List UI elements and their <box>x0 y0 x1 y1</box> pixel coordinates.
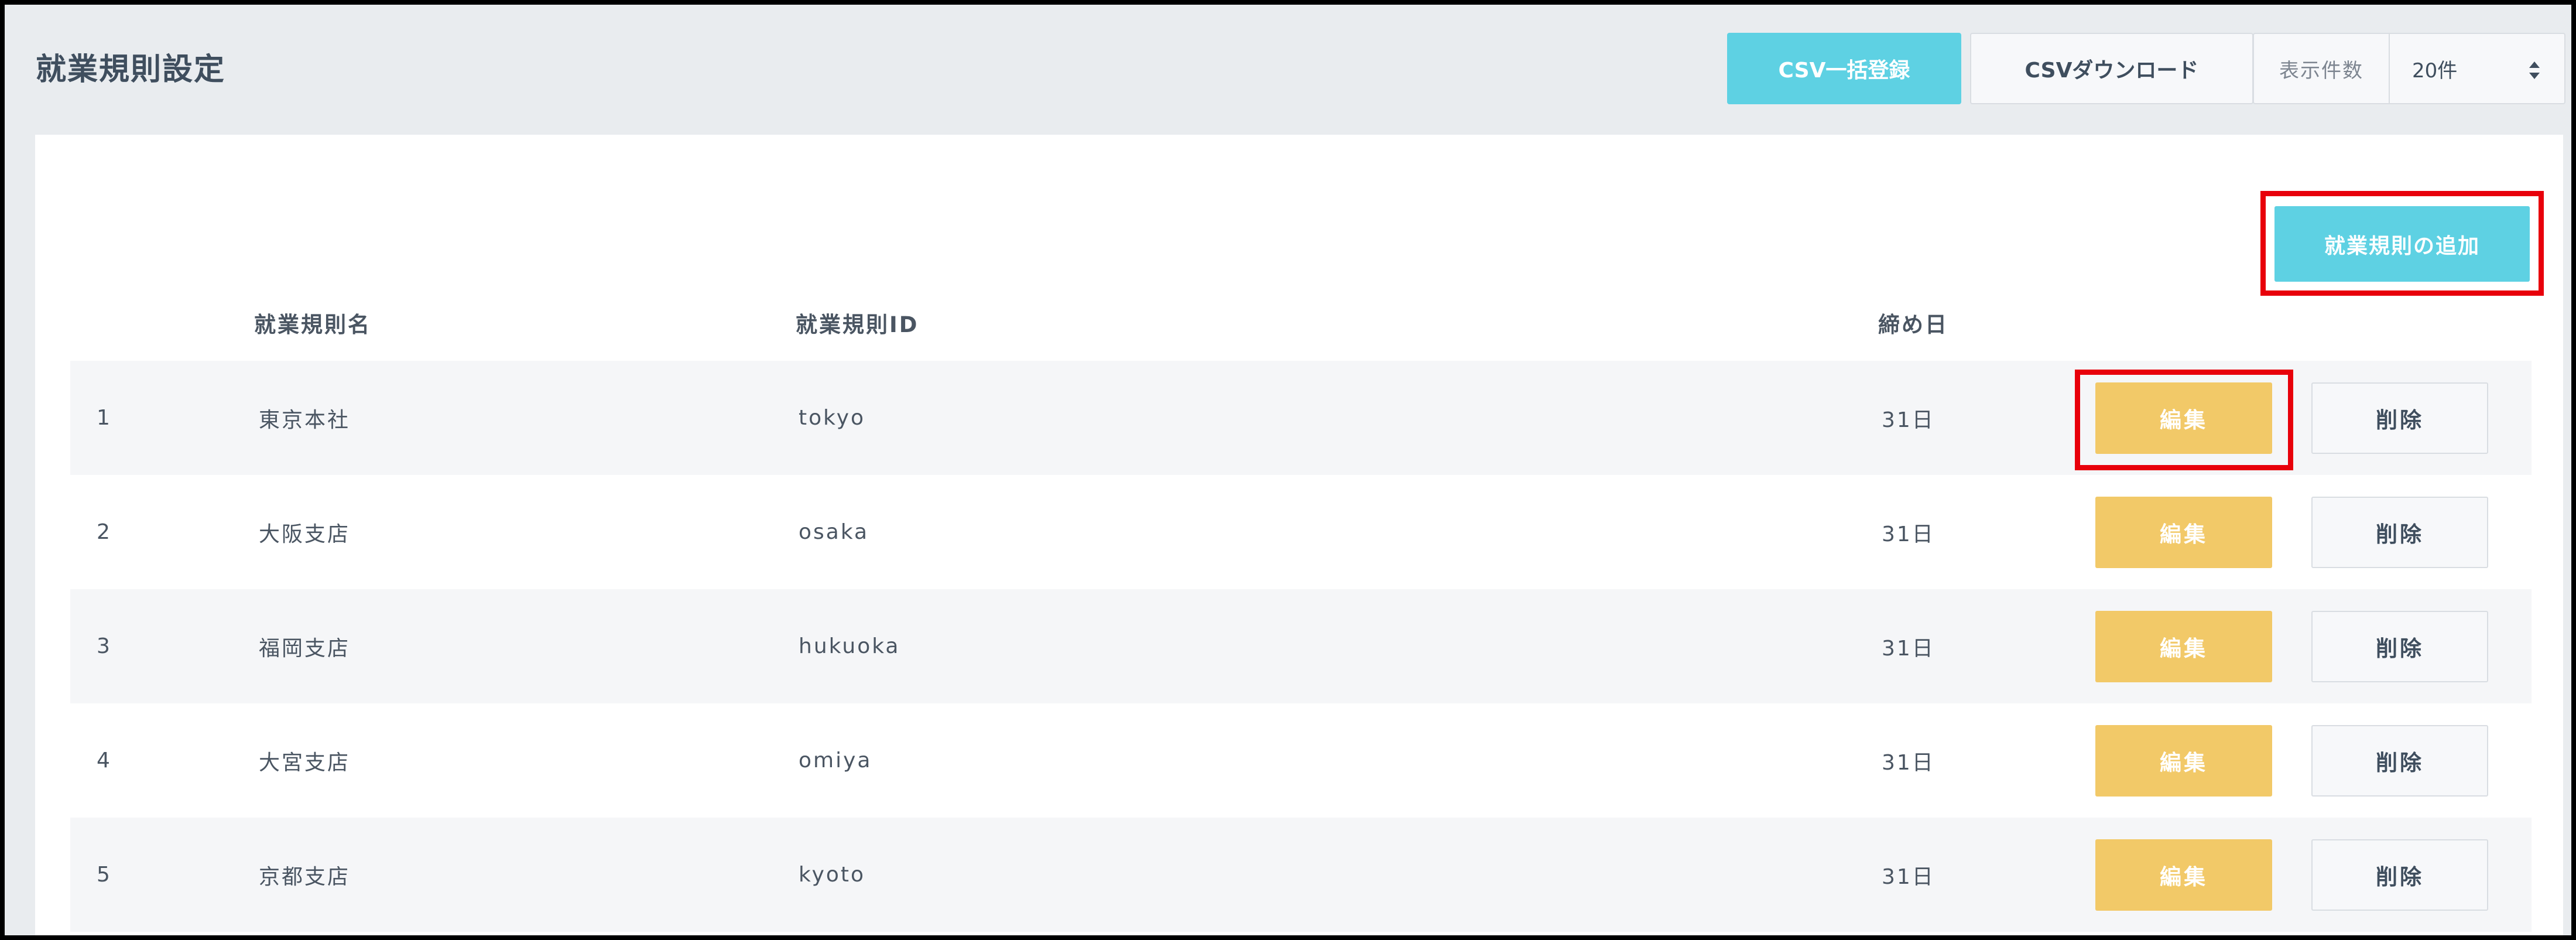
delete-button[interactable]: 削除 <box>2311 725 2488 797</box>
delete-button[interactable]: 削除 <box>2311 382 2488 454</box>
row-number: 5 <box>97 863 112 887</box>
rule-id: hukuoka <box>799 634 900 658</box>
edit-button-highlight <box>2075 370 2293 470</box>
page-title: 就業規則設定 <box>36 52 226 87</box>
table-row: 5 京都支店 kyoto 31日 編集 削除 <box>70 818 2532 932</box>
per-page-value: 20件 <box>2412 59 2458 83</box>
column-header-id: 就業規則ID <box>796 312 919 337</box>
rule-id: tokyo <box>799 406 866 430</box>
edit-button[interactable]: 編集 <box>2095 611 2272 682</box>
rule-id: omiya <box>799 748 872 772</box>
delete-button[interactable]: 削除 <box>2311 497 2488 568</box>
csv-download-button[interactable]: CSVダウンロード <box>1970 33 2253 104</box>
delete-button[interactable]: 削除 <box>2311 839 2488 911</box>
select-arrows-icon <box>2529 61 2540 79</box>
per-page-select[interactable]: 20件 <box>2390 34 2564 103</box>
rule-id: kyoto <box>799 863 866 887</box>
add-button-highlight <box>2260 191 2544 296</box>
edit-button[interactable]: 編集 <box>2095 497 2272 568</box>
app-frame: 就業規則設定 CSV一括登録 CSVダウンロード 表示件数 20件 就業規則の追… <box>5 5 2571 935</box>
table-row: 4 大宮支店 omiya 31日 編集 削除 <box>70 703 2532 818</box>
row-number: 1 <box>97 406 112 430</box>
delete-button[interactable]: 削除 <box>2311 611 2488 682</box>
per-page-label: 表示件数 <box>2254 34 2390 103</box>
rule-name: 東京本社 <box>259 408 351 432</box>
per-page-control: 表示件数 20件 <box>2253 33 2565 104</box>
edit-button[interactable]: 編集 <box>2095 725 2272 797</box>
closing-day: 31日 <box>1882 636 1935 661</box>
row-number: 4 <box>97 748 112 772</box>
table-row: 3 福岡支店 hukuoka 31日 編集 削除 <box>70 589 2532 703</box>
csv-bulk-upload-button[interactable]: CSV一括登録 <box>1727 33 1961 104</box>
closing-day: 31日 <box>1882 750 1935 775</box>
edit-button[interactable]: 編集 <box>2095 839 2272 911</box>
table-row: 2 大阪支店 osaka 31日 編集 削除 <box>70 475 2532 589</box>
rule-name: 京都支店 <box>259 864 351 889</box>
column-header-closing-day: 締め日 <box>1878 312 1948 337</box>
rule-name: 大阪支店 <box>259 522 351 546</box>
row-number: 2 <box>97 520 112 544</box>
rule-name: 福岡支店 <box>259 636 351 661</box>
row-number: 3 <box>97 634 112 658</box>
closing-day: 31日 <box>1882 522 1935 546</box>
column-header-name: 就業規則名 <box>254 312 371 337</box>
rule-name: 大宮支店 <box>259 750 351 775</box>
closing-day: 31日 <box>1882 864 1935 889</box>
closing-day: 31日 <box>1882 408 1935 432</box>
rule-id: osaka <box>799 520 869 544</box>
